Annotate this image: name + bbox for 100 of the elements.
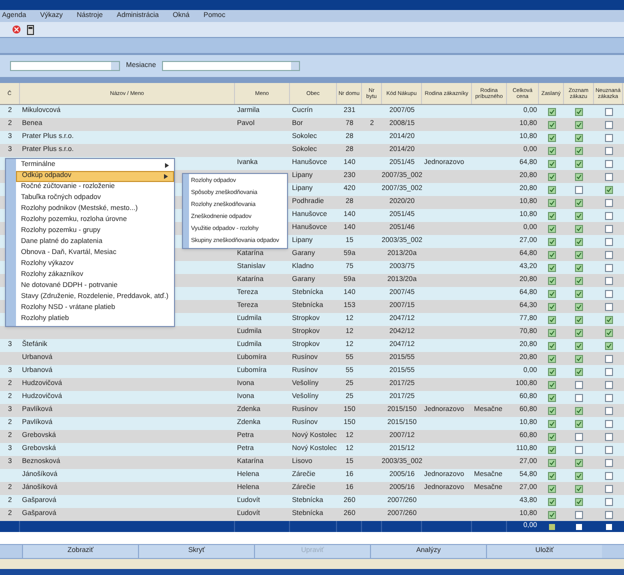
checkbox[interactable] — [548, 510, 556, 518]
checkbox[interactable] — [575, 276, 583, 284]
checkbox[interactable] — [575, 354, 583, 362]
checkbox[interactable] — [548, 368, 556, 376]
checkbox[interactable] — [604, 342, 612, 350]
checkbox[interactable] — [575, 446, 583, 454]
checkbox[interactable] — [575, 160, 583, 168]
checkbox[interactable] — [575, 342, 583, 350]
checkbox[interactable] — [548, 250, 556, 258]
checkbox[interactable] — [604, 238, 612, 246]
checkbox[interactable] — [604, 224, 612, 232]
checkbox[interactable] — [548, 354, 556, 362]
checkbox[interactable] — [604, 120, 612, 128]
checkbox[interactable] — [548, 406, 556, 414]
stop-icon[interactable] — [12, 25, 21, 34]
checkbox[interactable] — [548, 328, 556, 336]
checkbox[interactable] — [548, 120, 556, 128]
checkbox[interactable] — [575, 406, 583, 414]
checkbox[interactable] — [604, 250, 612, 258]
checkbox[interactable] — [548, 238, 556, 246]
checkbox[interactable] — [548, 394, 556, 402]
checkbox[interactable] — [548, 420, 556, 428]
checkbox[interactable] — [604, 354, 612, 362]
checkbox[interactable] — [575, 432, 583, 440]
checkbox[interactable] — [548, 212, 556, 220]
checkbox[interactable] — [604, 108, 612, 116]
checkbox[interactable] — [604, 432, 612, 440]
checkbox[interactable] — [575, 316, 583, 324]
checkbox[interactable] — [548, 472, 556, 480]
checkbox[interactable] — [575, 328, 583, 336]
checkbox[interactable] — [575, 302, 583, 310]
checkbox[interactable] — [604, 406, 612, 414]
checkbox[interactable] — [575, 472, 583, 480]
checkbox[interactable] — [604, 458, 612, 466]
checkbox[interactable] — [548, 276, 556, 284]
checkbox[interactable] — [548, 498, 556, 506]
checkbox[interactable] — [548, 458, 556, 466]
checkbox[interactable] — [548, 108, 556, 116]
combo-box[interactable] — [10, 61, 120, 71]
checkbox[interactable] — [575, 108, 583, 116]
checkbox[interactable] — [575, 368, 583, 376]
checkbox[interactable] — [604, 394, 612, 402]
checkbox[interactable] — [548, 316, 556, 324]
checkbox[interactable] — [548, 446, 556, 454]
checkbox[interactable] — [548, 380, 556, 388]
checkbox[interactable] — [604, 160, 612, 168]
checkbox[interactable] — [604, 276, 612, 284]
checkbox[interactable] — [548, 224, 556, 232]
checkbox[interactable] — [548, 484, 556, 492]
checkbox[interactable] — [548, 432, 556, 440]
checkbox[interactable] — [604, 290, 612, 298]
checkbox[interactable] — [604, 328, 612, 336]
checkbox[interactable] — [548, 198, 556, 206]
checkbox[interactable] — [604, 510, 612, 518]
checkbox[interactable] — [575, 172, 583, 180]
checkbox[interactable] — [575, 186, 583, 194]
checkbox[interactable] — [604, 420, 612, 428]
checkbox[interactable] — [604, 212, 612, 220]
checkbox[interactable] — [575, 212, 583, 220]
checkbox[interactable] — [575, 238, 583, 246]
checkbox[interactable] — [575, 264, 583, 272]
checkbox[interactable] — [604, 498, 612, 506]
checkbox[interactable] — [575, 146, 583, 154]
checkbox[interactable] — [548, 342, 556, 350]
checkbox[interactable] — [604, 264, 612, 272]
checkbox[interactable] — [548, 290, 556, 298]
checkbox[interactable] — [575, 224, 583, 232]
checkbox[interactable] — [604, 172, 612, 180]
checkbox[interactable] — [575, 394, 583, 402]
checkbox[interactable] — [604, 484, 612, 492]
checkbox[interactable] — [604, 316, 612, 324]
checkbox[interactable] — [548, 134, 556, 142]
checkbox[interactable] — [548, 264, 556, 272]
checkbox[interactable] — [548, 302, 556, 310]
checkbox[interactable] — [548, 146, 556, 154]
checkbox[interactable] — [575, 498, 583, 506]
checkbox[interactable] — [604, 368, 612, 376]
checkbox[interactable] — [604, 446, 612, 454]
checkbox[interactable] — [604, 186, 612, 194]
checkbox[interactable] — [548, 186, 556, 194]
checkbox[interactable] — [604, 302, 612, 310]
checkbox[interactable] — [575, 290, 583, 298]
checkbox[interactable] — [575, 484, 583, 492]
checkbox[interactable] — [604, 380, 612, 388]
checkbox[interactable] — [575, 198, 583, 206]
checkbox[interactable] — [604, 198, 612, 206]
checkbox[interactable] — [604, 146, 612, 154]
checkbox[interactable] — [575, 380, 583, 388]
checkbox[interactable] — [548, 172, 556, 180]
checkbox[interactable] — [575, 458, 583, 466]
checkbox[interactable] — [575, 510, 583, 518]
checkbox[interactable] — [604, 472, 612, 480]
document-icon[interactable] — [27, 24, 34, 34]
checkbox[interactable] — [575, 120, 583, 128]
checkbox[interactable] — [604, 134, 612, 142]
checkbox[interactable] — [575, 250, 583, 258]
checkbox[interactable] — [575, 134, 583, 142]
combo-box[interactable] — [162, 61, 300, 71]
checkbox[interactable] — [575, 420, 583, 428]
checkbox[interactable] — [548, 160, 556, 168]
